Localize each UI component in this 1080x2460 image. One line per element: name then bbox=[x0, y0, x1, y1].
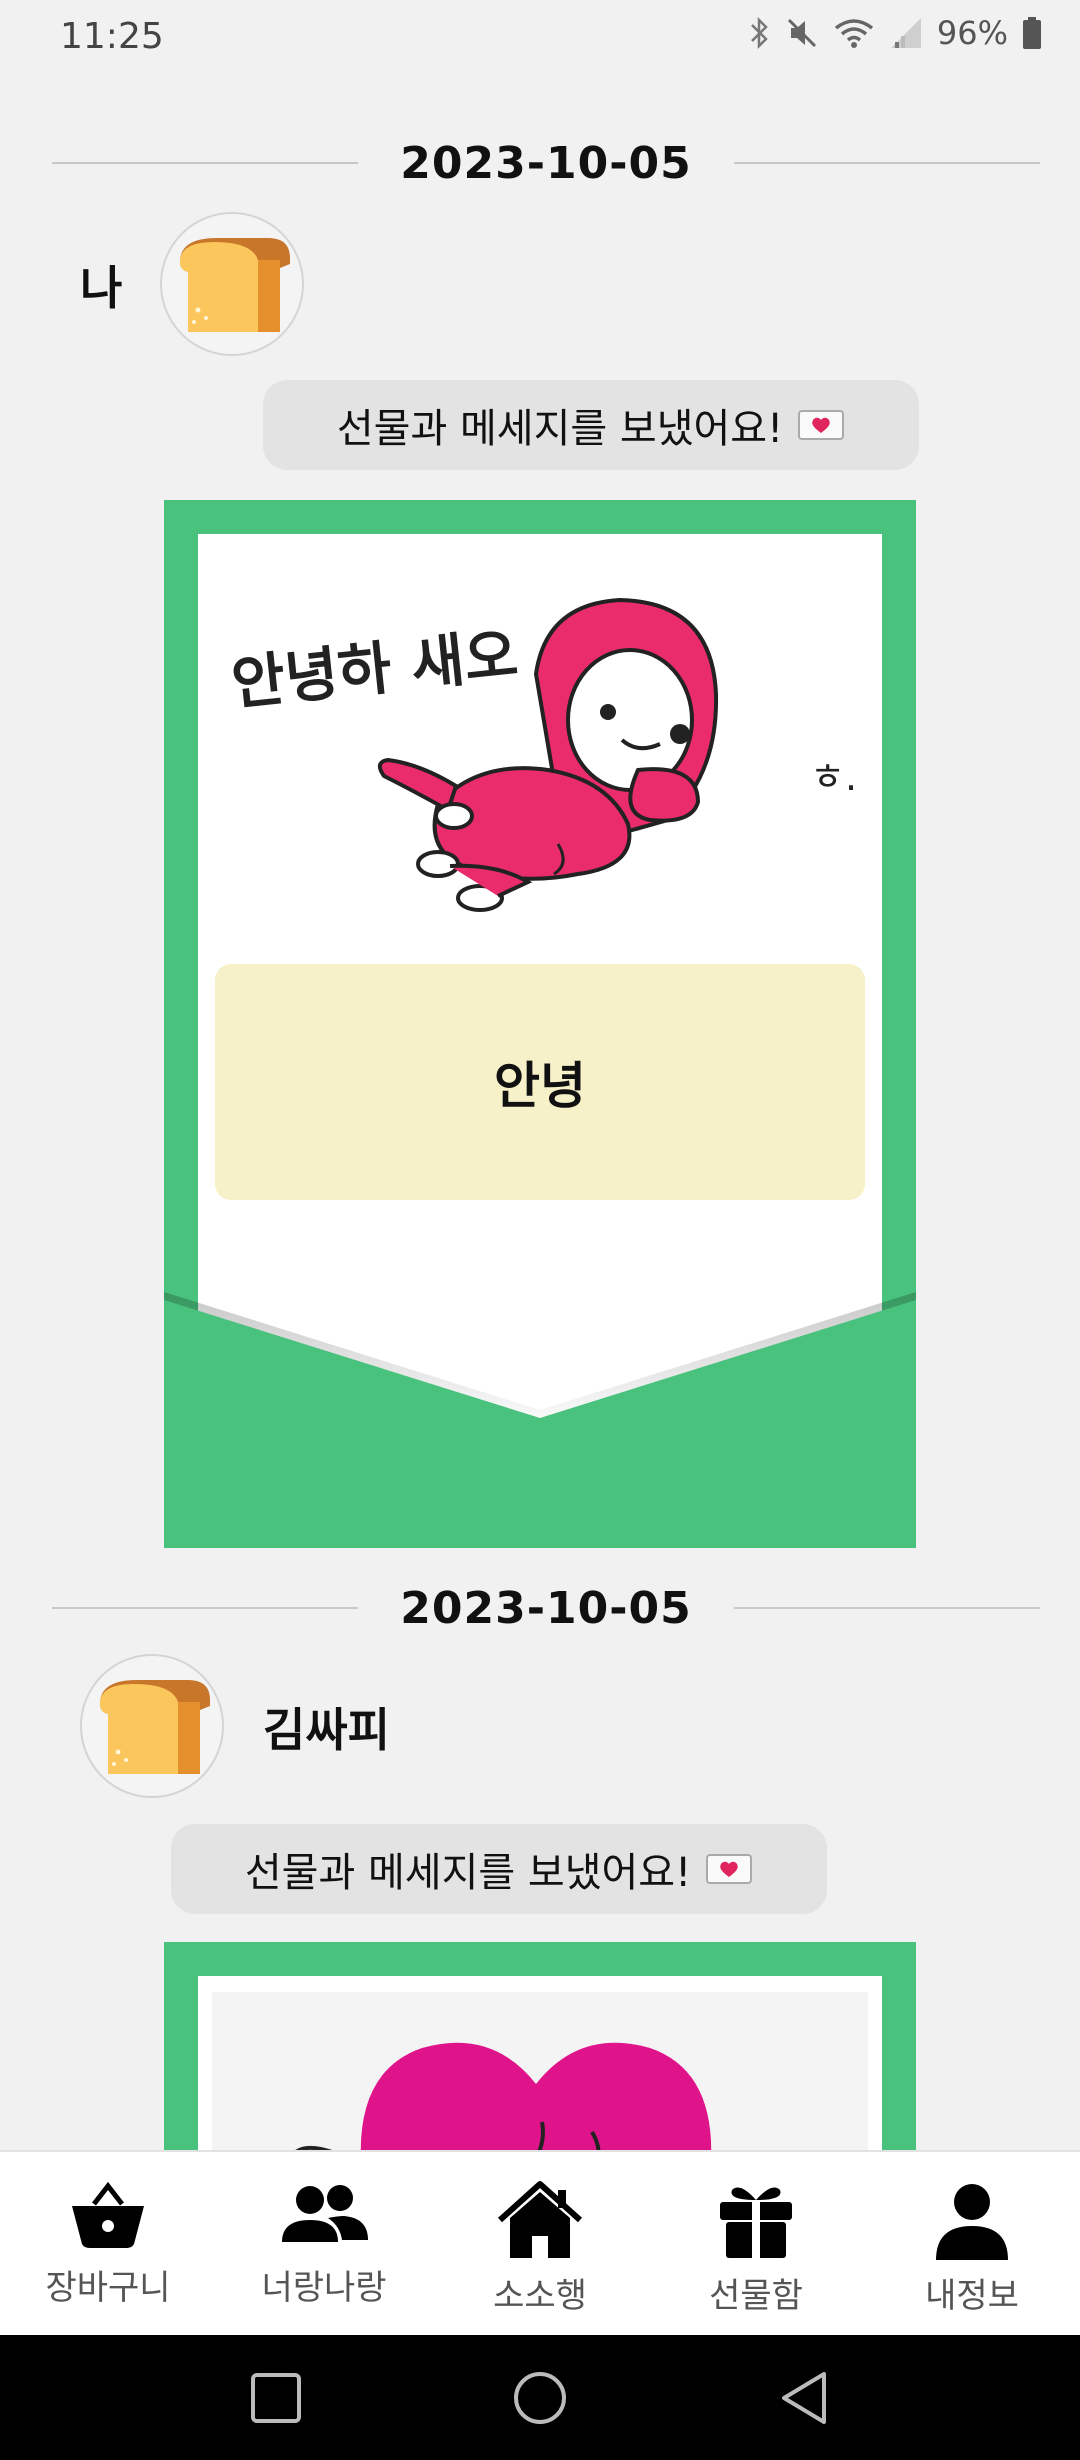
status-time: 11:25 bbox=[60, 16, 164, 57]
card-paper bbox=[198, 1976, 882, 2150]
battery-icon bbox=[1023, 17, 1041, 49]
sticker-image bbox=[212, 1992, 868, 2150]
bread-icon bbox=[100, 1680, 210, 1774]
divider-line bbox=[52, 1607, 359, 1609]
love-letter-icon bbox=[706, 1854, 753, 1884]
date-divider: 2023-10-05 bbox=[52, 133, 1041, 193]
sticker-caption-small: ㅎ. bbox=[810, 755, 857, 799]
nav-item-my-info[interactable]: 내정보 bbox=[872, 2152, 1072, 2337]
avatar[interactable] bbox=[160, 212, 304, 356]
date-label: 2023-10-05 bbox=[400, 137, 692, 189]
card-message-text: 안녕 bbox=[494, 1057, 586, 1115]
divider-line bbox=[52, 162, 359, 164]
nav-item-gift-box[interactable]: 선물함 bbox=[656, 2152, 856, 2337]
heart-sticker bbox=[295, 2042, 712, 2150]
nav-label: 소소행 bbox=[493, 2276, 587, 2316]
basket-icon bbox=[72, 2181, 144, 2248]
bottom-nav: 장바구니 너랑나랑 소소행 선물함 내정보 bbox=[0, 2150, 1080, 2337]
nav-label: 너랑나랑 bbox=[261, 2268, 387, 2308]
status-bar: 11:25 96% bbox=[0, 0, 1080, 80]
home-button-icon[interactable] bbox=[512, 2370, 568, 2426]
nav-label: 장바구니 bbox=[45, 2268, 171, 2308]
date-label: 2023-10-05 bbox=[400, 1582, 692, 1634]
nav-label: 내정보 bbox=[925, 2276, 1019, 2316]
nav-item-basket[interactable]: 장바구니 bbox=[8, 2152, 208, 2337]
nav-label: 선물함 bbox=[709, 2276, 803, 2316]
signal-icon bbox=[890, 18, 921, 48]
gift-notice-bubble: 선물과 메세지를 보냈어요! bbox=[263, 380, 919, 470]
mute-icon bbox=[787, 18, 816, 48]
people-icon bbox=[282, 2185, 368, 2242]
battery-percent: 96% bbox=[936, 14, 1008, 52]
sender-name: 나 bbox=[80, 261, 123, 315]
card-message-box: 안녕 bbox=[215, 964, 865, 1200]
home-icon bbox=[497, 2181, 583, 2258]
date-divider: 2023-10-05 bbox=[52, 1578, 1041, 1638]
wifi-icon bbox=[834, 19, 873, 48]
back-icon[interactable] bbox=[778, 2370, 830, 2426]
sticker-caption: 안녕하 새오 bbox=[228, 620, 521, 718]
nav-item-home[interactable]: 소소행 bbox=[440, 2152, 640, 2337]
sticker-image: 안녕하 새오 ㅎ. bbox=[228, 597, 857, 912]
gift-notice-bubble: 선물과 메세지를 보냈어요! bbox=[171, 1824, 827, 1914]
love-letter-icon bbox=[798, 410, 845, 440]
person-icon bbox=[936, 2184, 1008, 2260]
gift-card[interactable]: 안녕하 새오 ㅎ. 안녕 bbox=[164, 500, 916, 1548]
envelope-flap bbox=[164, 1292, 916, 1548]
gift-notice-text: 선물과 메세지를 보냈어요! bbox=[244, 1850, 692, 1896]
avatar[interactable] bbox=[80, 1654, 224, 1798]
gift-card[interactable] bbox=[164, 1942, 916, 2150]
status-icons: 96% bbox=[747, 14, 1042, 52]
nav-item-friends[interactable]: 너랑나랑 bbox=[224, 2152, 424, 2337]
gift-notice-text: 선물과 메세지를 보냈어요! bbox=[336, 406, 784, 452]
bluetooth-icon bbox=[750, 16, 768, 50]
system-nav-bar bbox=[0, 2335, 1080, 2460]
gift-icon bbox=[720, 2187, 792, 2258]
bread-icon bbox=[180, 238, 290, 332]
divider-line bbox=[733, 1607, 1041, 1609]
sender-name: 김싸피 bbox=[263, 1703, 390, 1757]
recents-icon[interactable] bbox=[250, 2372, 302, 2424]
divider-line bbox=[733, 162, 1041, 164]
